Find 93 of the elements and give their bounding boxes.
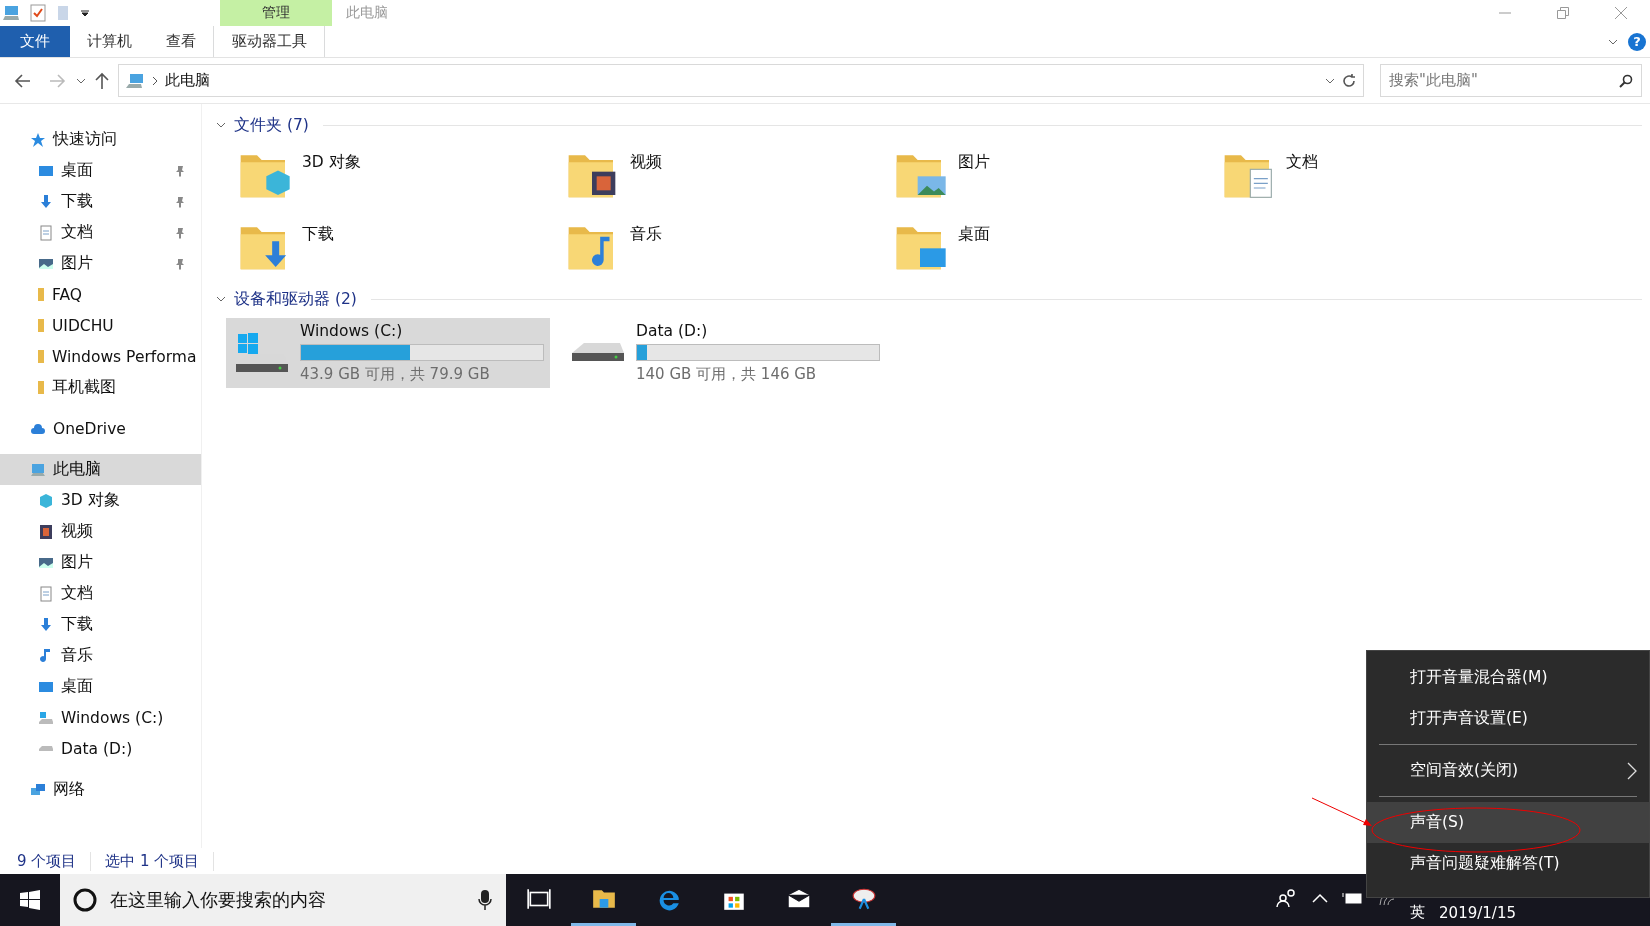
film-icon: [38, 523, 54, 540]
chevron-icon: [151, 75, 159, 86]
address-path: 此电脑: [165, 71, 211, 90]
sidebar-item[interactable]: 图片: [0, 248, 201, 279]
folder-name[interactable]: 文档: [1286, 146, 1318, 173]
drive-icon: [38, 709, 54, 726]
folder-name[interactable]: 音乐: [630, 218, 662, 245]
menu-item[interactable]: 打开声音设置(E): [1367, 698, 1649, 739]
help-button[interactable]: ?: [1628, 32, 1646, 51]
drive-name: Data (D:): [636, 322, 709, 340]
folder-icon: [38, 348, 45, 365]
status-text: 选中 1 个项目: [105, 851, 215, 871]
menu-item[interactable]: 声音(S): [1367, 802, 1649, 843]
folder-icon: [38, 317, 45, 334]
document-icon: [38, 585, 54, 602]
sidebar-item[interactable]: UIDCHU: [0, 310, 201, 341]
pin-icon[interactable]: [174, 195, 186, 208]
network-icon: [30, 781, 46, 798]
taskbar-date[interactable]: 2019/1/15: [1439, 904, 1516, 922]
ribbon-tab[interactable]: 计算机: [70, 26, 149, 57]
drive-icon: [38, 745, 54, 752]
sidebar-item[interactable]: 下载: [0, 186, 201, 217]
folder-name[interactable]: 视频: [630, 146, 662, 173]
close-icon: [1614, 6, 1628, 20]
address-bar[interactable]: 此电脑: [118, 64, 1364, 97]
input-method-indicator[interactable]: 英: [1410, 903, 1426, 922]
search-icon[interactable]: [1619, 73, 1633, 88]
sidebar-item[interactable]: Windows (C:): [0, 702, 201, 733]
sidebar-item[interactable]: 下载: [0, 609, 201, 640]
computer-icon: [125, 72, 145, 89]
microphone-icon[interactable]: [478, 889, 492, 911]
folder-icon: [38, 286, 45, 303]
sidebar-item[interactable]: 此电脑: [0, 454, 201, 485]
sidebar-item[interactable]: Windows Performa: [0, 341, 201, 372]
sidebar-item[interactable]: 耳机截图: [0, 372, 201, 403]
collapse-icon: [216, 120, 226, 130]
sidebar-item[interactable]: 图片: [0, 547, 201, 578]
minimize-icon: [1499, 12, 1511, 14]
star-icon: [30, 131, 46, 148]
menu-item[interactable]: 空间音效(关闭): [1367, 750, 1649, 791]
dropdown-icon[interactable]: [80, 8, 90, 18]
refresh-icon[interactable]: [1341, 72, 1357, 89]
chevron-up-icon[interactable]: [1312, 893, 1329, 903]
taskbar-search-field[interactable]: 在这里输入你要搜索的内容: [60, 874, 506, 926]
collapse-icon: [216, 294, 226, 304]
drive-space: 43.9 GB 可用，共 79.9 GB: [300, 365, 491, 384]
restore-icon: [1557, 7, 1569, 19]
battery-icon[interactable]: [1342, 891, 1365, 905]
document-icon: [38, 224, 54, 241]
ribbon-tab[interactable]: 查看: [149, 26, 213, 57]
drive-tile[interactable]: Data (D:) 140 GB 可用，共 146 GB: [562, 318, 886, 388]
pin-icon[interactable]: [174, 164, 186, 177]
sidebar-item[interactable]: 视频: [0, 516, 201, 547]
menu-item[interactable]: 声音问题疑难解答(T): [1367, 843, 1649, 884]
status-text: 9 个项目: [17, 851, 92, 871]
pin-icon[interactable]: [174, 226, 186, 239]
download-icon: [38, 616, 54, 633]
search-field[interactable]: 搜索"此电脑": [1380, 64, 1642, 97]
sidebar-item[interactable]: FAQ: [0, 279, 201, 310]
sidebar-item[interactable]: OneDrive: [0, 413, 201, 444]
windows-logo-icon: [20, 890, 40, 910]
drive-space: 140 GB 可用，共 146 GB: [636, 365, 818, 384]
sidebar-item[interactable]: 网络: [0, 774, 201, 805]
sidebar-item[interactable]: 3D 对象: [0, 485, 201, 516]
context-tab-header: 管理: [220, 0, 332, 26]
sidebar-item[interactable]: 桌面: [0, 671, 201, 702]
computer-icon[interactable]: [2, 5, 20, 21]
computer-icon: [30, 461, 46, 478]
sidebar-item[interactable]: 文档: [0, 217, 201, 248]
menu-item[interactable]: 打开音量混合器(M): [1367, 657, 1649, 698]
section-title[interactable]: 设备和驱动器 (2): [234, 288, 357, 310]
folder-name[interactable]: 图片: [958, 146, 990, 173]
annotation-arrow: [1311, 797, 1372, 826]
sidebar-item[interactable]: Data (D:): [0, 733, 201, 764]
folder-icon: [38, 379, 45, 396]
ribbon-tab[interactable]: 驱动器工具: [213, 26, 325, 57]
folder-name[interactable]: 3D 对象: [302, 146, 361, 173]
sidebar-item[interactable]: 音乐: [0, 640, 201, 671]
folder-name[interactable]: 下载: [302, 218, 334, 245]
sidebar-item[interactable]: 桌面: [0, 155, 201, 186]
drive-tile[interactable]: Windows (C:) 43.9 GB 可用，共 79.9 GB: [226, 318, 550, 388]
folder-name[interactable]: 桌面: [958, 218, 990, 245]
circle-icon[interactable]: [72, 887, 98, 913]
window-title: 此电脑: [345, 3, 389, 22]
download-icon: [38, 193, 54, 210]
sidebar-item[interactable]: 快速访问: [0, 124, 201, 155]
checkmark-icon[interactable]: [30, 4, 46, 22]
sidebar-item[interactable]: 文档: [0, 578, 201, 609]
pin-icon[interactable]: [174, 257, 186, 270]
drive-name: Windows (C:): [300, 322, 404, 340]
ribbon-tab[interactable]: 文件: [0, 26, 70, 57]
section-title[interactable]: 文件夹 (7): [234, 114, 309, 136]
cube-icon: [38, 492, 54, 509]
